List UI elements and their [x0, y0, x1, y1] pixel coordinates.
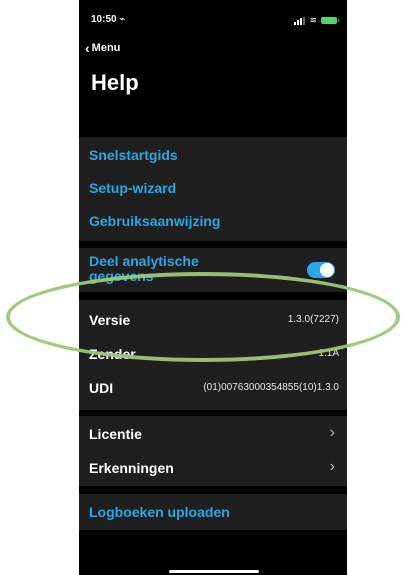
upload-logs-button[interactable]: Logboeken uploaden — [79, 496, 347, 528]
link-gebruiksaanwijzing[interactable]: Gebruiksaanwijzing — [79, 205, 347, 237]
back-button[interactable]: ‹ Menu — [85, 40, 120, 56]
link-snelstartgids[interactable]: Snelstartgids — [79, 139, 347, 171]
licentie-row[interactable]: Licentie › — [79, 418, 347, 450]
status-time: 10:50 ⌁ — [91, 14, 126, 25]
licentie-label: Licentie — [89, 426, 142, 442]
wifi-icon: ≋ — [309, 15, 317, 25]
legal-group: Licentie › Erkenningen › — [79, 416, 347, 486]
erkenningen-label: Erkenningen — [89, 460, 174, 476]
chevron-left-icon: ‹ — [85, 40, 90, 56]
udi-row: UDI (01)00763000354855(10)1.3.0 — [79, 372, 347, 404]
help-links-group: Snelstartgids Setup-wizard Gebruiksaanwi… — [79, 137, 347, 241]
chevron-right-icon: › — [329, 424, 335, 441]
link-label: Snelstartgids — [89, 147, 178, 163]
battery-icon — [321, 17, 339, 24]
analytics-toggle[interactable] — [307, 262, 335, 278]
highlight-ellipse — [6, 272, 400, 362]
erkenningen-row[interactable]: Erkenningen › — [79, 452, 347, 484]
link-label: Gebruiksaanwijzing — [89, 213, 221, 229]
chevron-right-icon: › — [329, 458, 335, 475]
analytics-label-line1: Deel analytische — [89, 253, 199, 269]
status-bar: 10:50 ⌁ ≋ — [91, 14, 339, 28]
home-indicator — [169, 570, 259, 573]
back-label: Menu — [91, 42, 121, 54]
link-setup-wizard[interactable]: Setup-wizard — [79, 172, 347, 204]
link-label: Setup-wizard — [89, 180, 177, 196]
status-icons: ≋ — [294, 15, 339, 26]
upload-label: Logboeken uploaden — [89, 504, 230, 520]
upload-group: Logboeken uploaden — [79, 494, 347, 530]
signal-icon — [294, 16, 306, 25]
page-title: Help — [91, 70, 139, 95]
udi-value: (01)00763000354855(10)1.3.0 — [203, 382, 339, 393]
udi-label: UDI — [89, 380, 114, 396]
